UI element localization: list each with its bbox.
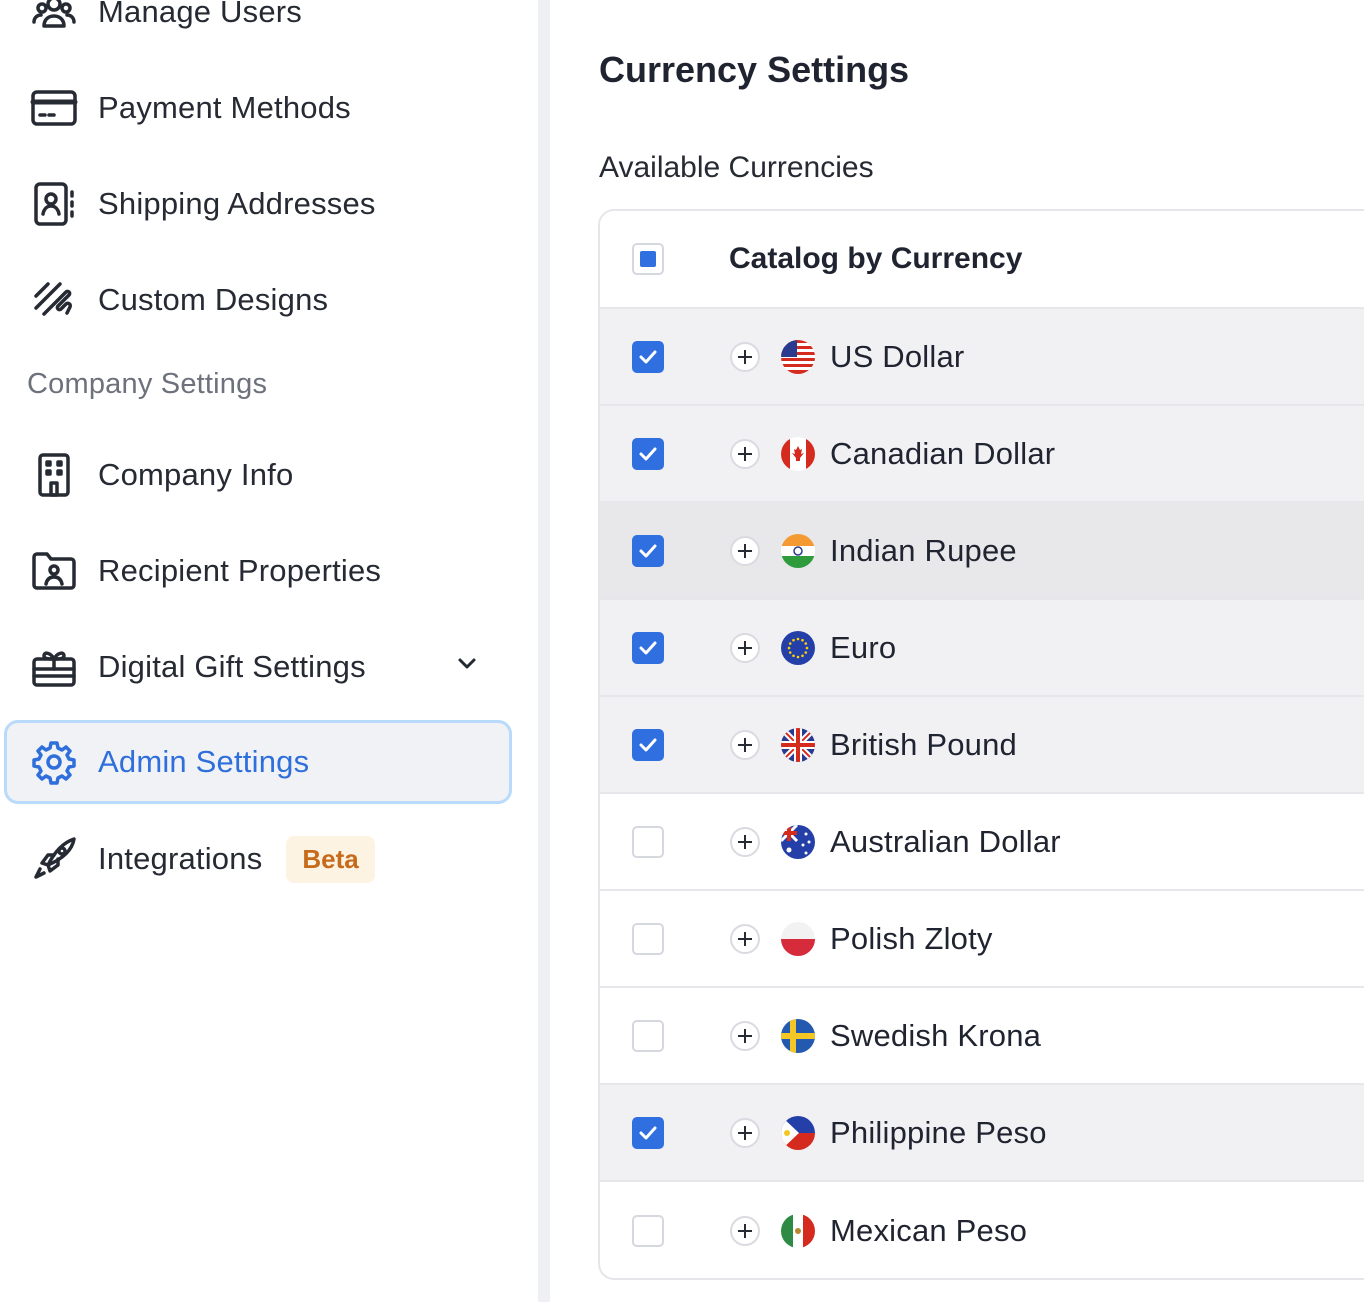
table-row[interactable]: Indian Rupee — [600, 503, 1364, 600]
currency-name: Australian Dollar — [830, 823, 1061, 859]
currency-name: Euro — [830, 629, 897, 665]
scribble-icon — [30, 276, 78, 324]
sweden-flag-icon — [781, 1018, 815, 1053]
row-checkbox[interactable] — [632, 1116, 664, 1149]
sidebar: Manage Users Payment Methods Shipping Ad… — [0, 0, 538, 1302]
page-title: Currency Settings — [599, 49, 910, 90]
us-flag-icon — [781, 339, 815, 374]
credit-card-icon — [30, 84, 78, 132]
sidebar-item-label: Custom Designs — [98, 282, 329, 317]
sidebar-item-label: Manage Users — [98, 0, 302, 29]
main-content: Currency Settings Available Currencies C… — [550, 0, 1364, 1302]
expand-plus-icon[interactable] — [730, 632, 760, 663]
users-icon — [30, 0, 78, 36]
sidebar-item-label: Recipient Properties — [98, 553, 382, 588]
expand-plus-icon[interactable] — [730, 438, 760, 469]
sidebar-divider — [538, 0, 550, 1302]
sidebar-item-integrations[interactable]: Integrations Beta — [4, 817, 512, 901]
eu-flag-icon — [781, 630, 815, 665]
currency-name: Mexican Peso — [830, 1212, 1028, 1248]
sidebar-item-custom-designs[interactable]: Custom Designs — [4, 258, 512, 342]
currency-name: US Dollar — [830, 338, 965, 374]
table-row[interactable]: Mexican Peso — [600, 1182, 1364, 1278]
row-checkbox[interactable] — [632, 922, 664, 955]
sidebar-item-label: Admin Settings — [98, 744, 310, 779]
sidebar-item-label: Payment Methods — [98, 90, 351, 125]
row-checkbox[interactable] — [632, 534, 664, 567]
currency-name: Indian Rupee — [830, 532, 1017, 568]
table-row[interactable]: Australian Dollar — [600, 794, 1364, 891]
sidebar-item-digital-gift-settings[interactable]: Digital Gift Settings — [4, 625, 512, 709]
currency-name: British Pound — [830, 726, 1017, 762]
currency-table: Catalog by Currency US Dollar Canadian D… — [598, 209, 1364, 1280]
select-all-checkbox[interactable] — [632, 243, 664, 275]
gear-icon — [30, 738, 78, 786]
gift-icon — [30, 643, 78, 691]
expand-plus-icon[interactable] — [730, 535, 760, 566]
australia-flag-icon — [781, 824, 815, 859]
building-icon — [30, 451, 78, 499]
india-flag-icon — [781, 533, 815, 568]
philippines-flag-icon — [781, 1115, 815, 1150]
table-row[interactable]: Euro — [600, 600, 1364, 697]
sidebar-item-label: Integrations — [98, 841, 263, 876]
sidebar-item-label: Company Info — [98, 457, 294, 492]
section-heading-company-settings: Company Settings — [27, 368, 268, 400]
expand-plus-icon[interactable] — [730, 923, 760, 954]
currency-name: Canadian Dollar — [830, 435, 1056, 471]
sidebar-item-recipient-properties[interactable]: Recipient Properties — [4, 529, 512, 613]
expand-plus-icon[interactable] — [730, 341, 760, 372]
table-row[interactable]: US Dollar — [600, 309, 1364, 406]
expand-plus-icon[interactable] — [730, 729, 760, 760]
table-row[interactable]: Polish Zloty — [600, 891, 1364, 988]
table-row[interactable]: Swedish Krona — [600, 988, 1364, 1085]
row-checkbox[interactable] — [632, 437, 664, 470]
beta-badge: Beta — [286, 835, 375, 883]
column-title: Catalog by Currency — [729, 242, 1023, 275]
expand-plus-icon[interactable] — [730, 826, 760, 857]
section-subheading: Available Currencies — [599, 151, 874, 184]
row-checkbox[interactable] — [632, 728, 664, 761]
mexico-flag-icon — [781, 1213, 815, 1248]
expand-plus-icon[interactable] — [730, 1117, 760, 1148]
row-checkbox[interactable] — [632, 1214, 664, 1247]
folder-user-icon — [30, 547, 78, 595]
currency-name: Philippine Peso — [830, 1114, 1047, 1150]
row-checkbox[interactable] — [632, 1019, 664, 1052]
currency-name: Polish Zloty — [830, 920, 993, 956]
sidebar-item-admin-settings[interactable]: Admin Settings — [4, 720, 512, 804]
sidebar-item-label: Shipping Addresses — [98, 186, 376, 221]
uk-flag-icon — [781, 727, 815, 762]
currency-name: Swedish Krona — [830, 1017, 1042, 1053]
table-row[interactable]: Philippine Peso — [600, 1085, 1364, 1182]
address-book-icon — [30, 180, 78, 228]
chevron-down-icon[interactable] — [456, 653, 478, 680]
expand-plus-icon[interactable] — [730, 1020, 760, 1051]
row-checkbox[interactable] — [632, 631, 664, 664]
expand-plus-icon[interactable] — [730, 1215, 760, 1246]
sidebar-item-company-info[interactable]: Company Info — [4, 433, 512, 517]
row-checkbox[interactable] — [632, 825, 664, 858]
sidebar-item-manage-users[interactable]: Manage Users — [4, 0, 512, 54]
table-row[interactable]: Canadian Dollar — [600, 406, 1364, 503]
table-header: Catalog by Currency — [600, 211, 1364, 309]
row-checkbox[interactable] — [632, 340, 664, 373]
sidebar-item-payment-methods[interactable]: Payment Methods — [4, 66, 512, 150]
poland-flag-icon — [781, 921, 815, 956]
table-row[interactable]: British Pound — [600, 697, 1364, 794]
canada-flag-icon — [781, 436, 815, 471]
sidebar-item-shipping-addresses[interactable]: Shipping Addresses — [4, 162, 512, 246]
rocket-icon — [30, 835, 78, 883]
sidebar-item-label: Digital Gift Settings — [98, 649, 366, 684]
